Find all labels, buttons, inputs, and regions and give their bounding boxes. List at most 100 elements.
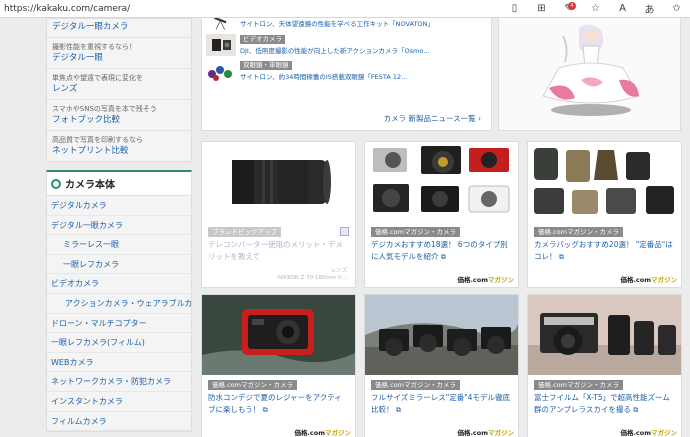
sidebar-link-caption: スマホやSNSの写真を本で残そう [52,105,157,113]
brand-name: 価格.com [620,429,651,437]
category-item[interactable]: 一眼レフカメラ(フィルム) [47,333,191,353]
card-title-text: デジカメおすすめ18選！ 6つのタイプ別に人気モデルを紹介 [371,240,508,261]
brand-suffix: マガジン [651,276,677,284]
news-item[interactable]: 双眼鏡・単眼鏡 サイトロン、約34時間稼働のIS搭載双眼鏡「FESTA 12..… [202,58,491,84]
article-card-fullframe[interactable]: 価格.comマガジン・カメラ フルサイズミラーレス"定番"4モデル徹底比較！ ⧉… [364,294,519,437]
brand-name: 価格.com [457,429,488,437]
card-title: 防水コンデジで夏のレジャーをアクティブに楽しもう！ ⧉ [208,392,348,416]
brand-suffix: マガジン [488,429,514,437]
category-item[interactable]: ネットワークカメラ・防犯カメラ [47,372,191,392]
card-title-text: 防水コンデジで夏のレジャーをアクティブに楽しもう！ [208,393,342,414]
sidebar-link-label: レンズ [52,84,78,94]
page-content: デジタル一眼カメラ 撮影性能を重視するなら！ デジタル一眼 単焦点や望遠で表現に… [0,18,690,437]
category-item[interactable]: デジタルカメラ [47,196,191,216]
category-item[interactable]: ミラーレス一眼 [47,235,191,255]
card-footnote: レンズ NIKKOR Z 70-180mm f/... [278,268,347,282]
news-item[interactable]: サイトロン、天体望遠鏡の性能を学べる工作キット「NOVATON」 [202,18,491,32]
fujifilm-camera-image [528,295,681,375]
external-link-icon: ⧉ [558,253,564,261]
external-link-icon: ⧉ [262,406,268,414]
brand-suffix: マガジン [325,429,351,437]
favorite-icon[interactable]: ☆ [582,0,609,18]
sidebar-link-label: デジタル一眼カメラ [52,22,129,32]
category-item[interactable]: デジタル一眼カメラ [47,216,191,236]
card-image [528,142,681,222]
card-image [528,295,681,375]
sidebar-link-1[interactable]: 単焦点や望遠で表現に変化を レンズ [47,69,191,100]
category-item[interactable]: フィルムカメラ [47,412,191,432]
external-link-icon: ⧉ [633,406,639,414]
kakaku-magazine-logo: 価格.comマガジン [620,427,677,437]
card-title-text: テレコンバーター使用のメリット・デメリットを教えて [208,240,343,261]
url-text[interactable]: https://kakaku.com/camera/ [0,4,501,14]
card-image [365,295,518,375]
article-card-waterproof[interactable]: 価格.comマガジン・カメラ 防水コンデジで夏のレジャーをアクティブに楽しもう！… [201,294,356,437]
category-item[interactable]: 一眼レフカメラ [47,255,191,275]
card-image [202,142,355,222]
card-tag: ブランドピックアップ [208,227,281,237]
sidebar-link-3[interactable]: 高品質で写真を印刷するなら ネットプリント比較 [47,131,191,161]
figure-ad-banner[interactable] [498,18,681,131]
card-tag: 価格.comマガジン・カメラ [534,380,623,390]
toolbar-icons: ▯ ⊞ ✎4 ☆ A あ ✩ [501,0,690,18]
brand-name: 価格.com [620,276,651,284]
sidebar-link-caption: 単焦点や望遠で表現に変化を [52,74,143,82]
action-camera-thumbnail [206,34,236,56]
external-link-icon: ⧉ [395,406,401,414]
card-tag: 価格.comマガジン・カメラ [534,227,623,237]
card-title-text: フルサイズミラーレス"定番"4モデル徹底比較！ [371,393,510,414]
card-footnote-line: NIKKOR Z 70-180mm f/... [277,275,347,281]
card-title: 富士フイルム「X-T5」で超高性能ズーム群のアンプレラスカイを撮る ⧉ [534,392,674,416]
sidebar-link-2[interactable]: スマホやSNSの写真を本で残そう フォトブック比較 [47,100,191,131]
chevron-right-icon: › [478,114,481,123]
card-title: テレコンバーター使用のメリット・デメリットを教えて [208,239,348,263]
article-card-teleconverter[interactable]: ブランドピックアップ テレコンバーター使用のメリット・デメリットを教えて レンズ… [201,141,356,288]
news-tag: 双眼鏡・単眼鏡 [240,61,292,70]
news-more-label: カメラ 新製品ニュース一覧 [383,114,476,123]
news-text: サイトロン、天体望遠鏡の性能を学べる工作キット「NOVATON」 [240,20,434,28]
camera-category-box: カメラ本体 デジタルカメラ デジタル一眼カメラ ミラーレス一眼 一眼レフカメラ … [46,170,192,433]
address-bar[interactable]: https://kakaku.com/camera/ ▯ ⊞ ✎4 ☆ A あ … [0,0,690,18]
card-title: デジカメおすすめ18選！ 6つのタイプ別に人気モデルを紹介 ⧉ [371,239,511,263]
bookmark-icon[interactable] [340,227,349,236]
card-title: カメラバッグおすすめ20選！ "定番品"はコレ！ ⧉ [534,239,674,263]
card-title-text: 富士フイルム「X-T5」で超高性能ズーム群のアンプレラスカイを撮る [534,393,670,414]
category-heading: カメラ本体 [47,172,191,196]
star-icon[interactable]: ✩ [663,0,690,18]
category-item[interactable]: WEBカメラ [47,353,191,373]
kakaku-magazine-logo: 価格.comマガジン [294,427,351,437]
category-item[interactable]: インスタントカメラ [47,392,191,412]
news-item[interactable]: ビデオカメラ DJI、低照度撮影の性能が向上した新アクションカメラ「Osmo..… [202,32,491,58]
grid-icon[interactable]: ⊞ [528,0,555,18]
extension-icon[interactable]: ✎4 [555,0,582,18]
brand-name: 価格.com [294,429,325,437]
compact-cameras-image [365,142,518,222]
figure-illustration [499,18,680,130]
article-card-digicam[interactable]: 価格.comマガジン・カメラ デジカメおすすめ18選！ 6つのタイプ別に人気モデ… [364,141,519,288]
kakaku-magazine-logo: 価格.comマガジン [457,274,514,284]
sidebar-link-dslr[interactable]: デジタル一眼カメラ [47,19,191,38]
card-footnote-line: レンズ [330,268,347,274]
new-product-news: サイトロン、天体望遠鏡の性能を学べる工作キット「NOVATON」 ビデオカメラ … [201,18,492,131]
article-card-camerabag[interactable]: 価格.comマガジン・カメラ カメラバッグおすすめ20選！ "定番品"はコレ！ … [527,141,682,288]
article-card-fujifilm[interactable]: 価格.comマガジン・カメラ 富士フイルム「X-T5」で超高性能ズーム群のアンプ… [527,294,682,437]
left-sidebar: デジタル一眼カメラ 撮影性能を重視するなら！ デジタル一眼 単焦点や望遠で表現に… [46,18,192,433]
camera-bags-image [528,142,681,222]
category-title: カメラ本体 [65,180,115,191]
sidebar-link-0[interactable]: 撮影性能を重視するなら！ デジタル一眼 [47,38,191,69]
external-link-icon: ⧉ [440,253,446,261]
news-tag: ビデオカメラ [240,35,285,44]
sidebar-link-label: デジタル一眼 [52,53,103,63]
category-item[interactable]: ドローン・マルチコプター [47,314,191,334]
category-item[interactable]: ビデオカメラ [47,274,191,294]
sidebar-link-caption: 高品質で写真を印刷するなら [52,136,143,144]
translate-icon[interactable]: あ [636,0,663,18]
binoculars-thumbnail [208,66,232,81]
read-aloud-icon[interactable]: A [609,0,636,18]
category-item[interactable]: アクションカメラ・ウェアラブルカメラ [47,294,191,314]
brand-suffix: マガジン [488,276,514,284]
news-more-link[interactable]: カメラ 新製品ニュース一覧 › [384,113,481,124]
reader-icon[interactable]: ▯ [501,0,528,18]
news-text: サイトロン、約34時間稼働のIS搭載双眼鏡「FESTA 12... [240,73,408,81]
sidebar-link-label: フォトブック比較 [52,115,121,125]
